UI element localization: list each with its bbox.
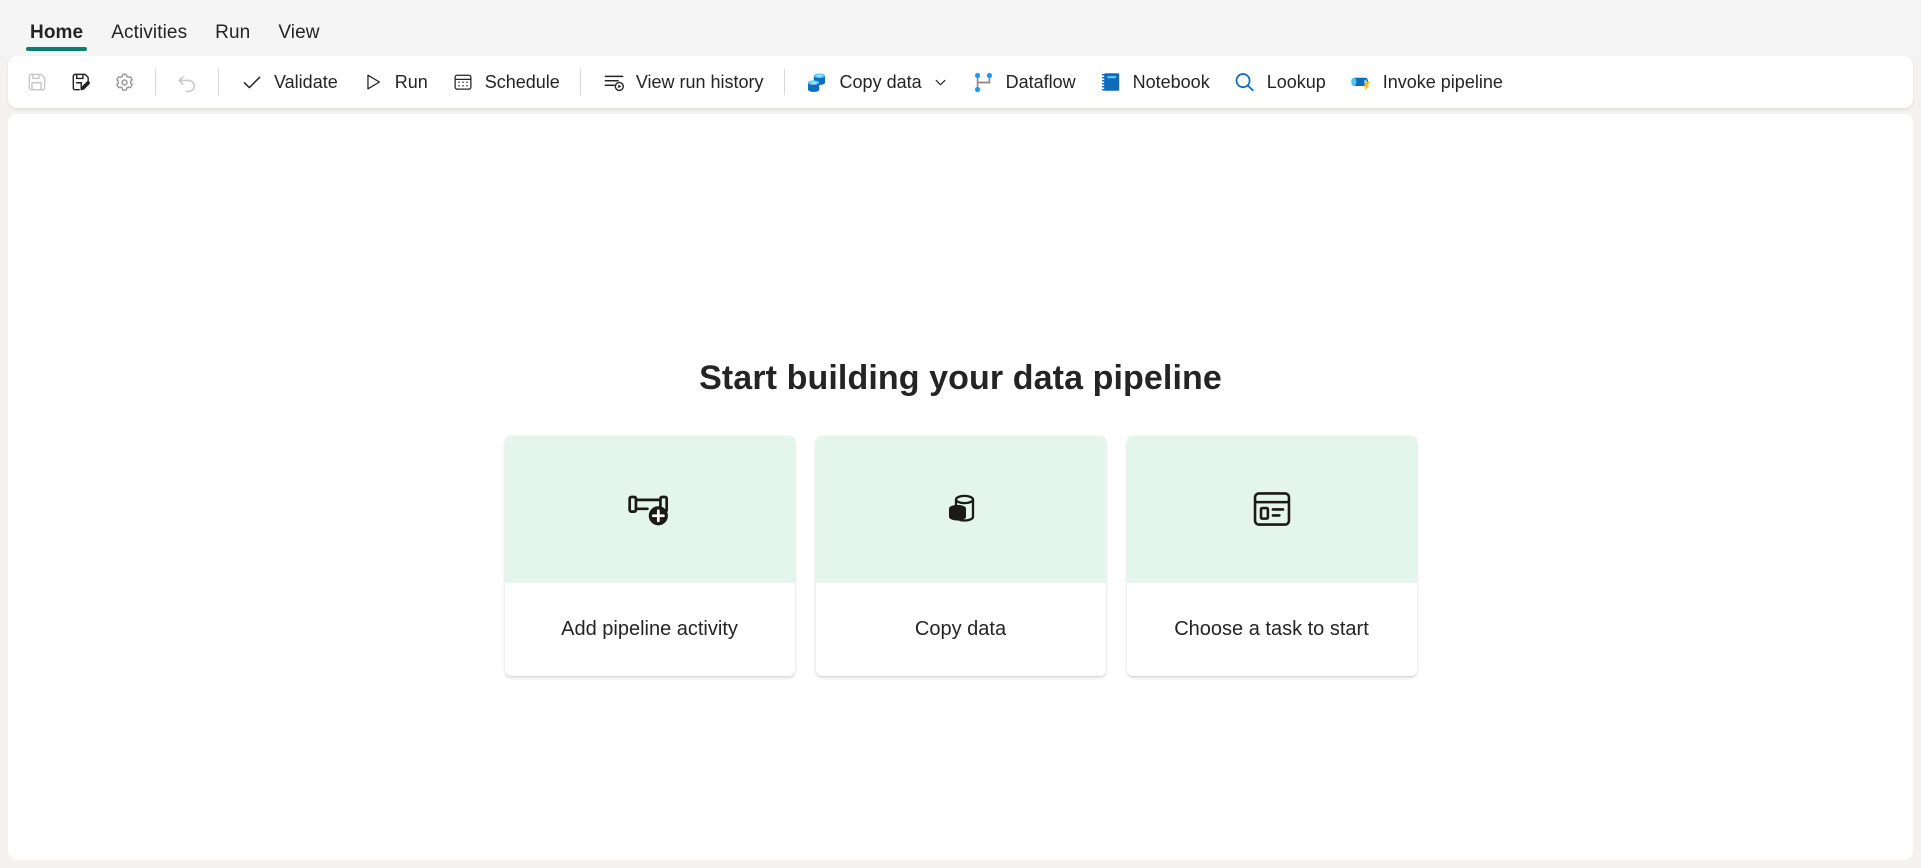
tab-home[interactable]: Home — [16, 10, 97, 56]
tab-home-label: Home — [30, 22, 84, 43]
ribbon-tabstrip: Home Activities Run View — [0, 0, 1921, 56]
toolbar-separator-4 — [783, 69, 785, 95]
card-choose-a-task-to-start[interactable]: Choose a task to start — [1126, 435, 1417, 676]
empty-state: Start building your data pipeline Add pi… — [504, 358, 1417, 676]
task-template-icon — [1246, 483, 1298, 535]
ribbon-toolbar: Validate Run Schedule View run history C… — [8, 56, 1913, 108]
start-cards: Add pipeline activity Copy data Choose a… — [504, 435, 1417, 676]
notebook-button[interactable]: Notebook — [1087, 62, 1221, 102]
copy-data-button[interactable]: Copy data — [794, 62, 960, 102]
tab-view[interactable]: View — [264, 10, 333, 56]
dataflow-label: Dataflow — [1005, 71, 1076, 92]
save-icon — [23, 69, 49, 95]
validate-label: Validate — [274, 71, 338, 92]
pipeline-editor-window: Home Activities Run View Validate Run Sc… — [0, 0, 1921, 868]
undo-icon — [174, 69, 200, 95]
save-button[interactable] — [14, 62, 58, 102]
notebook-icon — [1098, 69, 1124, 95]
checkmark-icon — [239, 69, 265, 95]
database-copy-icon — [935, 483, 987, 535]
card-art — [815, 435, 1106, 583]
chevron-down-icon[interactable] — [933, 74, 949, 90]
card-label: Copy data — [914, 617, 1007, 640]
search-icon — [1232, 69, 1258, 95]
pipeline-add-icon — [624, 483, 676, 535]
undo-button[interactable] — [165, 62, 209, 102]
invoke-pipeline-icon — [1348, 69, 1374, 95]
notebook-label: Notebook — [1132, 71, 1210, 92]
card-label: Choose a task to start — [1174, 617, 1369, 640]
toolbar-separator-1 — [155, 69, 156, 95]
copy-data-icon — [805, 69, 831, 95]
play-icon — [360, 69, 386, 95]
tab-activities[interactable]: Activities — [97, 10, 201, 56]
toolbar-separator-3 — [579, 69, 581, 95]
dataflow-icon — [971, 69, 997, 95]
lookup-label: Lookup — [1266, 71, 1326, 92]
toolbar-container: Validate Run Schedule View run history C… — [0, 56, 1921, 108]
card-copy-data[interactable]: Copy data — [815, 435, 1106, 676]
schedule-label: Schedule — [484, 71, 560, 92]
view-run-history-label: View run history — [635, 71, 764, 92]
card-art — [504, 435, 795, 583]
tab-activities-label: Activities — [111, 22, 188, 43]
gear-icon — [111, 69, 137, 95]
run-label: Run — [394, 71, 428, 92]
save-as-icon — [67, 69, 93, 95]
card-label: Add pipeline activity — [561, 617, 738, 640]
save-as-button[interactable] — [58, 62, 102, 102]
settings-button[interactable] — [102, 62, 146, 102]
view-run-history-button[interactable]: View run history — [590, 62, 775, 102]
schedule-button[interactable]: Schedule — [439, 62, 571, 102]
pipeline-canvas[interactable]: Start building your data pipeline Add pi… — [8, 114, 1913, 860]
tab-run[interactable]: Run — [201, 10, 264, 56]
card-art — [1126, 435, 1417, 583]
calendar-icon — [450, 69, 476, 95]
toolbar-separator-2 — [218, 69, 219, 95]
lookup-button[interactable]: Lookup — [1221, 62, 1337, 102]
page-title: Start building your data pipeline — [699, 358, 1222, 397]
tab-view-label: View — [278, 22, 320, 43]
tab-run-label: Run — [215, 22, 251, 43]
dataflow-button[interactable]: Dataflow — [960, 62, 1087, 102]
run-history-icon — [601, 69, 627, 95]
copy-data-label: Copy data — [839, 71, 922, 92]
run-button[interactable]: Run — [349, 62, 439, 102]
invoke-pipeline-label: Invoke pipeline — [1382, 71, 1503, 92]
validate-button[interactable]: Validate — [228, 62, 349, 102]
card-add-pipeline-activity[interactable]: Add pipeline activity — [504, 435, 795, 676]
invoke-pipeline-button[interactable]: Invoke pipeline — [1337, 62, 1514, 102]
